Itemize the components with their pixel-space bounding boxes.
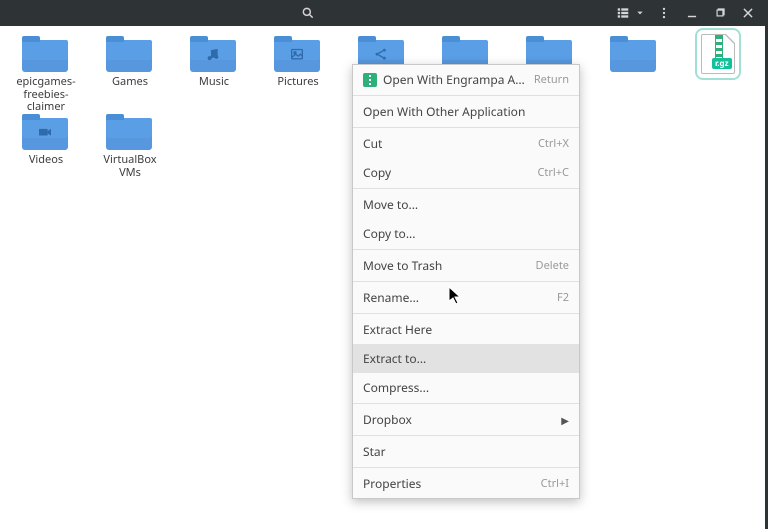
menu-properties[interactable]: Properties Ctrl+I xyxy=(353,469,579,498)
close-icon[interactable] xyxy=(739,4,757,22)
folder-icon xyxy=(22,118,68,150)
folder-item[interactable]: Pictures xyxy=(266,36,330,114)
folder-item[interactable]: Videos xyxy=(14,114,78,179)
menu-compress[interactable]: Compress... xyxy=(353,373,579,402)
menu-move-to-trash[interactable]: Move to Trash Delete xyxy=(353,251,579,280)
menu-label: Move to... xyxy=(363,196,569,213)
menu-label: Star xyxy=(363,443,569,460)
menu-dropbox[interactable]: Dropbox ▶ xyxy=(353,405,579,434)
menu-accel: Ctrl+I xyxy=(541,476,569,491)
menu-open-with-other[interactable]: Open With Other Application xyxy=(353,97,579,126)
item-label: Games xyxy=(98,76,162,89)
folder-item[interactable]: VirtualBox VMs xyxy=(98,114,162,179)
archive-item[interactable]: r.gz xyxy=(686,36,750,114)
menu-label: Compress... xyxy=(363,379,569,396)
folder-item[interactable]: Music xyxy=(182,36,246,114)
menu-rename[interactable]: Rename... F2 xyxy=(353,283,579,312)
menu-accel: Return xyxy=(534,72,569,87)
toolbar xyxy=(0,0,768,26)
menu-label: Cut xyxy=(363,135,532,152)
menu-label: Extract Here xyxy=(363,321,569,338)
minimize-icon[interactable] xyxy=(683,4,701,22)
menu-extract-here[interactable]: Extract Here xyxy=(353,315,579,344)
menu-open-with-default[interactable]: Open With Engrampa Archive Manager Retur… xyxy=(353,65,579,94)
more-vertical-icon[interactable] xyxy=(655,4,673,22)
folder-icon xyxy=(106,40,152,72)
chevron-right-icon: ▶ xyxy=(561,413,569,427)
folder-item[interactable]: Games xyxy=(98,36,162,114)
search-icon[interactable] xyxy=(299,4,317,22)
menu-label: Copy to... xyxy=(363,225,569,242)
folder-icon xyxy=(610,40,656,72)
archive-icon: r.gz xyxy=(701,34,735,74)
music-icon xyxy=(205,46,221,66)
menu-label: Move to Trash xyxy=(363,257,530,274)
folder-item[interactable]: epicgames-freebies-claimer xyxy=(14,36,78,114)
share-icon xyxy=(373,46,389,66)
menu-cut[interactable]: Cut Ctrl+X xyxy=(353,129,579,158)
item-label: Videos xyxy=(14,154,78,167)
menu-move-to[interactable]: Move to... xyxy=(353,190,579,219)
menu-label: Open With Engrampa Archive Manager xyxy=(383,71,528,88)
view-list-icon[interactable] xyxy=(614,4,632,22)
menu-label: Dropbox xyxy=(363,411,555,428)
restore-icon[interactable] xyxy=(711,4,729,22)
item-label: Pictures xyxy=(266,76,330,89)
folder-icon xyxy=(22,40,68,72)
menu-label: Open With Other Application xyxy=(363,103,569,120)
menu-label: Copy xyxy=(363,164,531,181)
video-icon xyxy=(37,124,53,144)
menu-label: Rename... xyxy=(363,289,551,306)
menu-label: Extract to... xyxy=(363,350,569,367)
folder-icon xyxy=(274,40,320,72)
menu-accel: Ctrl+C xyxy=(537,165,569,180)
folder-icon xyxy=(190,40,236,72)
context-menu: Open With Engrampa Archive Manager Retur… xyxy=(352,64,580,499)
menu-extract-to[interactable]: Extract to... xyxy=(353,344,579,373)
item-label: epicgames-freebies-claimer xyxy=(14,76,78,114)
item-label: VirtualBox VMs xyxy=(98,154,162,179)
menu-copy[interactable]: Copy Ctrl+C xyxy=(353,158,579,187)
folder-icon xyxy=(106,118,152,150)
menu-accel: Delete xyxy=(536,258,569,273)
archive-badge: r.gz xyxy=(712,58,732,69)
archive-icon xyxy=(363,73,377,87)
menu-star[interactable]: Star xyxy=(353,437,579,466)
chevron-down-icon[interactable] xyxy=(635,4,645,22)
menu-accel: F2 xyxy=(557,290,569,305)
menu-copy-to[interactable]: Copy to... xyxy=(353,219,579,248)
folder-item[interactable] xyxy=(602,36,666,114)
item-label: Music xyxy=(182,76,246,89)
menu-label: Properties xyxy=(363,475,535,492)
menu-accel: Ctrl+X xyxy=(538,136,569,151)
image-icon xyxy=(289,46,305,66)
